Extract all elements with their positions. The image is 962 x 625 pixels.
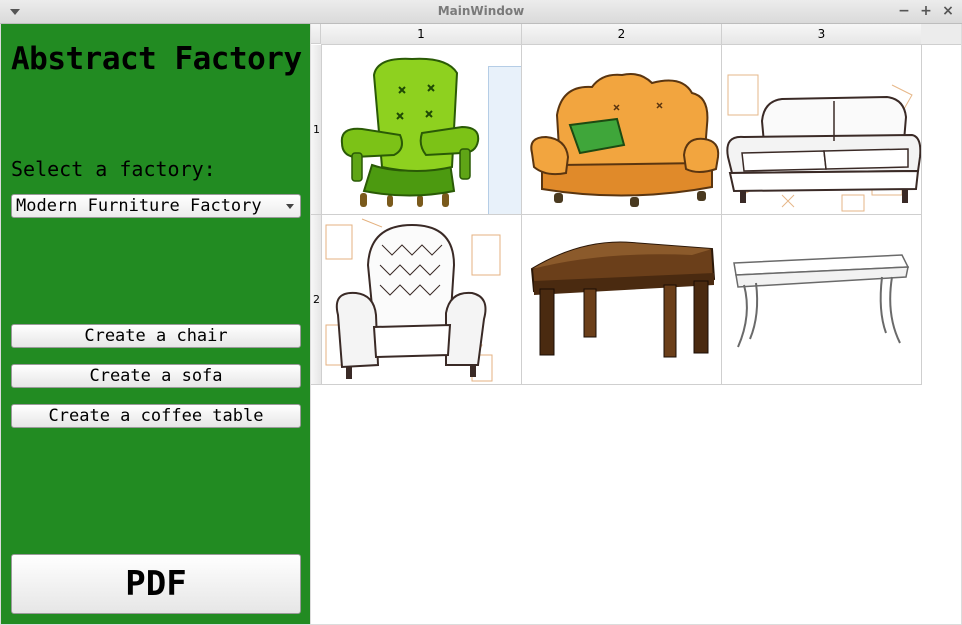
- wooden-coffee-table-image: [530, 241, 716, 358]
- factory-combobox[interactable]: Modern Furniture Factory: [11, 194, 301, 218]
- pdf-button[interactable]: PDF: [11, 554, 301, 614]
- selected-cell-highlight: [488, 66, 521, 214]
- title-bar: MainWindow − + ×: [0, 0, 962, 24]
- sketch-armchair-image: [325, 218, 501, 382]
- table-cell-2-3[interactable]: [722, 215, 922, 385]
- window-title: MainWindow: [437, 4, 525, 18]
- create-coffee-table-button[interactable]: Create a coffee table: [11, 404, 301, 428]
- row-header-1[interactable]: 1: [311, 45, 322, 215]
- table-cell-1-3[interactable]: [722, 45, 922, 215]
- column-header-3[interactable]: 3: [722, 24, 922, 45]
- maximize-button[interactable]: +: [918, 3, 934, 19]
- close-button[interactable]: ×: [940, 3, 956, 19]
- app-title: Abstract Factory: [11, 41, 302, 77]
- table-cell-2-1[interactable]: [322, 215, 522, 385]
- table-cell-1-1[interactable]: [322, 45, 522, 215]
- table-cell-2-2[interactable]: [522, 215, 722, 385]
- select-factory-label: Select a factory:: [11, 157, 216, 181]
- create-sofa-button[interactable]: Create a sofa: [11, 364, 301, 388]
- chevron-down-icon: [286, 204, 294, 209]
- table-cell-1-2[interactable]: [522, 45, 722, 215]
- minimize-button[interactable]: −: [896, 3, 912, 19]
- row-header-2[interactable]: 2: [311, 215, 322, 385]
- table-corner-button[interactable]: [311, 24, 321, 44]
- furniture-table: 1 2 3 1 2: [311, 24, 961, 624]
- factory-combobox-value: Modern Furniture Factory: [16, 196, 262, 216]
- create-chair-button[interactable]: Create a chair: [11, 324, 301, 348]
- header-filler: [921, 24, 961, 45]
- sketch-coffee-table-image: [733, 254, 910, 348]
- orange-sofa-image: [530, 73, 720, 207]
- column-header-2[interactable]: 2: [522, 24, 722, 45]
- sketch-sofa-image: [726, 74, 921, 212]
- sidebar: Abstract Factory Select a factory: Moder…: [1, 24, 310, 624]
- column-header-1[interactable]: 1: [321, 24, 522, 45]
